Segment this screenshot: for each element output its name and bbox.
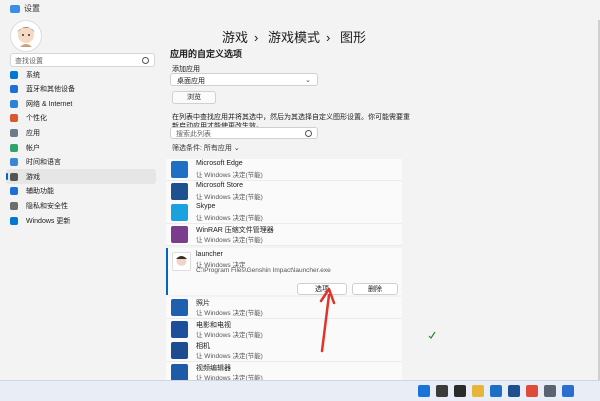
sidebar-item[interactable]: 隐私和安全性	[6, 198, 156, 213]
app-gpu-preference: 让 Windows 决定(节能)	[196, 215, 263, 222]
breadcrumb-item-graphics: 图形	[339, 30, 366, 45]
photos-icon	[171, 299, 188, 316]
app-row[interactable]: 相机让 Windows 决定(节能)	[166, 340, 402, 362]
app-row[interactable]: Microsoft Store 让 Windows 决定(节能)	[166, 180, 402, 203]
app-gpu-preference: 让 Windows 决定(节能)	[196, 353, 263, 360]
app-name: launcher	[196, 251, 223, 258]
sidebar-item[interactable]: 系统	[6, 67, 156, 82]
chevron-down-icon: ⌄	[233, 145, 240, 152]
browse-button[interactable]: 浏览	[172, 91, 216, 104]
file-explorer-icon[interactable]	[472, 385, 484, 397]
app-row[interactable]: 电影和电视让 Windows 决定(节能)	[166, 318, 402, 341]
list-search-input[interactable]: 搜索此列表	[170, 127, 318, 139]
sidebar-item-label: 帐户	[26, 144, 40, 152]
delete-button[interactable]: 删除	[352, 283, 398, 295]
app-gpu-preference: 让 Windows 决定(节能)	[196, 331, 263, 339]
task-view-icon[interactable]	[454, 385, 466, 397]
app-row[interactable]: 照片让 Windows 决定(节能)	[166, 297, 402, 319]
wifi-icon	[10, 99, 18, 108]
avatar[interactable]	[10, 20, 42, 52]
sidebar-item[interactable]: 帐户	[6, 140, 156, 155]
app-row[interactable]: Skype 让 Windows 决定(节能)	[166, 202, 402, 224]
store-icon[interactable]	[508, 385, 520, 397]
list-search-placeholder: 搜索此列表	[176, 131, 211, 138]
sidebar-item-label: 系统	[26, 71, 40, 79]
app-row[interactable]: WinRAR 压缩文件管理器让 Windows 决定(节能)	[166, 223, 402, 246]
sidebar-item[interactable]: 网络 & Internet	[6, 96, 156, 111]
app-row[interactable]: Microsoft Edge 让 Windows 决定(节能)	[166, 159, 402, 181]
app-name: Microsoft Edge	[196, 160, 243, 167]
sidebar-item-label: 时间和语言	[26, 159, 61, 167]
settings-app-icon	[10, 5, 20, 13]
app-gpu-preference: 让 Windows 决定(节能)	[196, 310, 263, 317]
breadcrumb-item-game-mode[interactable]: 游戏模式	[268, 30, 320, 45]
app-name: Microsoft Store	[196, 181, 244, 189]
sidebar-item-label: 个性化	[26, 115, 47, 123]
monitor-icon	[10, 70, 18, 79]
settings-icon[interactable]	[544, 385, 556, 397]
bluetooth-icon	[10, 85, 18, 94]
skype-icon	[171, 204, 188, 221]
window-title: 设置	[24, 4, 40, 13]
start-icon[interactable]	[418, 385, 430, 397]
filter-label: 筛选条件: 所有应用	[172, 145, 232, 152]
breadcrumb: 游戏 › 游戏模式 › 图形	[222, 27, 372, 46]
app-gpu-preference: 让 Windows 决定(节能)	[196, 236, 263, 244]
gamepad-icon	[10, 172, 18, 181]
filter-dropdown[interactable]: 筛选条件: 所有应用 ⌄	[172, 143, 240, 153]
shield-icon	[10, 201, 18, 210]
sidebar-item[interactable]: 应用	[6, 125, 156, 140]
edge-icon[interactable]	[490, 385, 502, 397]
app-gpu-preference: 让 Windows 决定(节能)	[196, 172, 263, 179]
update-icon	[10, 216, 18, 225]
movies-icon	[171, 320, 188, 338]
search-icon	[305, 130, 312, 137]
sidebar-item-label: 游戏	[26, 173, 40, 181]
app-name: Skype	[196, 203, 216, 210]
sidebar-item[interactable]: 个性化	[6, 111, 156, 126]
search-placeholder: 查找设置	[15, 58, 43, 65]
sidebar-item[interactable]: 时间和语言	[6, 155, 156, 170]
video-editor-icon	[171, 363, 188, 381]
sidebar-item[interactable]: Windows 更新	[6, 213, 156, 228]
accessibility-icon	[10, 187, 18, 196]
sidebar-item[interactable]: 游戏	[6, 169, 156, 185]
title-bar: 设置	[0, 0, 600, 18]
cursor-check-icon	[428, 331, 436, 339]
sidebar-item-label: 隐私和安全性	[26, 202, 68, 210]
winrar-icon	[171, 225, 188, 243]
sidebar-item[interactable]: 辅助功能	[6, 184, 156, 199]
breadcrumb-item-games[interactable]: 游戏	[222, 30, 248, 45]
breadcrumb-separator: ›	[254, 30, 259, 45]
section-title: 应用的自定义选项	[170, 49, 243, 59]
app-path: C:\Program Files\Genshin Impact\launcher…	[196, 267, 331, 274]
camera-icon	[171, 342, 188, 359]
brush-icon	[10, 114, 18, 123]
apps-icon	[10, 128, 18, 137]
app-icon[interactable]	[562, 385, 574, 397]
sidebar-item-label: 应用	[26, 129, 40, 137]
search-icon	[142, 57, 149, 64]
launcher-icon	[172, 252, 191, 271]
sidebar-item-label: Windows 更新	[26, 217, 71, 225]
globe-clock-icon	[10, 158, 18, 167]
sidebar-item[interactable]: 蓝牙和其他设备	[6, 82, 156, 97]
sidebar-item-label: 辅助功能	[26, 188, 54, 196]
annotation-arrow-shaft	[320, 293, 331, 353]
app-gpu-preference: 让 Windows 决定(节能)	[196, 193, 263, 201]
sidebar-item-label: 蓝牙和其他设备	[26, 86, 75, 94]
chevron-down-icon: ⌄	[305, 77, 311, 84]
store-icon	[171, 182, 188, 200]
settings-search-input[interactable]: 查找设置	[10, 53, 155, 67]
breadcrumb-separator: ›	[326, 30, 331, 45]
sidebar-item-label: 网络 & Internet	[26, 100, 73, 108]
chrome-icon[interactable]	[526, 385, 538, 397]
app-type-value: 桌面应用	[177, 78, 205, 85]
account-icon	[10, 143, 18, 152]
app-type-dropdown[interactable]: 桌面应用 ⌄	[170, 73, 318, 86]
taskbar	[0, 380, 600, 401]
search-icon[interactable]	[436, 385, 448, 397]
edge-icon	[171, 161, 188, 178]
annotation-arrow	[319, 287, 336, 353]
